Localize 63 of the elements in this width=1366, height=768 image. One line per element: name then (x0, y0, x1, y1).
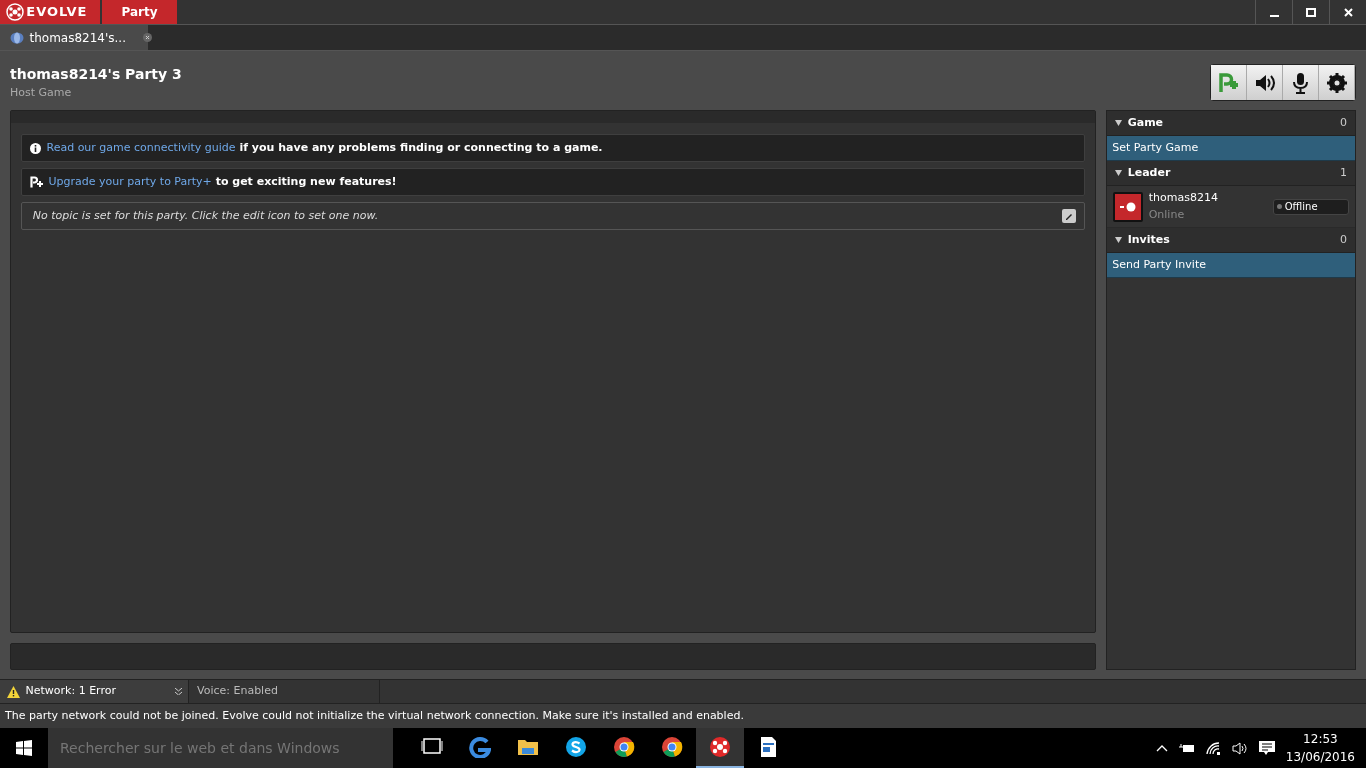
chrome-icon (661, 736, 683, 758)
double-chevron-icon (175, 688, 182, 695)
speaker-button[interactable] (1247, 65, 1283, 100)
section-count: 1 (1340, 164, 1347, 181)
evolve-icon (709, 736, 731, 758)
network-status-button[interactable]: Network: 1 Error (0, 680, 188, 703)
chevron-up-icon[interactable] (1155, 744, 1168, 752)
section-count: 0 (1340, 231, 1347, 248)
member-name: thomas8214 (1148, 190, 1219, 206)
error-message: The party network could not be joined. Evolve could not initialize the virtual network connection. Make sure it's installed and enabled. (5, 707, 744, 724)
battery-icon[interactable] (1178, 743, 1195, 753)
dot-icon (1120, 201, 1137, 212)
topic-text: No topic is set for this party. Click the edit icon to set one now. (32, 207, 379, 224)
browser-icon (469, 736, 491, 758)
wifi-icon[interactable] (1205, 741, 1221, 755)
nav-tab[interactable]: Party (102, 0, 177, 24)
party-plus-icon (30, 176, 43, 188)
microphone-button[interactable] (1283, 65, 1319, 100)
party-subtitle: Host Game (10, 85, 73, 101)
minimize-icon (1269, 14, 1279, 17)
section-header[interactable]: Leader 1 (1107, 161, 1355, 186)
section-title: Leader (1127, 164, 1171, 181)
tab-close-icon[interactable] (143, 33, 153, 42)
section-title: Invites (1127, 231, 1170, 248)
section-header[interactable]: Invites 0 (1107, 228, 1355, 253)
chat-input[interactable] (10, 643, 1097, 670)
chat-icon (565, 736, 587, 758)
section-count: 0 (1340, 114, 1347, 131)
clock[interactable]: 12:53 13/06/2016 (1285, 730, 1355, 766)
chrome-icon (613, 736, 635, 758)
party-plus-icon (1217, 71, 1240, 94)
close-icon (1343, 8, 1353, 17)
guide-link[interactable]: Upgrade your party to Party+ (48, 174, 212, 188)
search-field[interactable]: Rechercher sur le web et dans Windows (48, 728, 393, 768)
settings-button[interactable] (1319, 65, 1355, 100)
windows-icon (16, 740, 32, 756)
info-icon (30, 142, 41, 154)
notice-text: Read our game connectivity guide if you have any problems finding or connecting to a game. (46, 139, 603, 156)
status-dot-icon (1277, 204, 1282, 209)
logo-text: EVOLVE (26, 3, 88, 22)
status-text: Offline (1284, 200, 1318, 214)
pencil-icon (1064, 211, 1075, 221)
edit-button[interactable] (1062, 209, 1077, 223)
speaker-icon[interactable] (1231, 741, 1248, 755)
maximize-icon (1306, 8, 1316, 17)
globe-icon (10, 31, 24, 44)
member-row[interactable]: thomas8214 Online Offline (1107, 186, 1355, 228)
action-button[interactable]: Set Party Game (1107, 136, 1355, 161)
settings-icon (1325, 71, 1348, 94)
taskbar-app[interactable] (696, 728, 744, 768)
party-title: thomas8214's Party 3 (10, 65, 182, 84)
clock-date: 13/06/2016 (1285, 749, 1355, 766)
notice-text: Upgrade your party to Party+ to get exciting new features! (48, 173, 397, 190)
evolve-logo-icon (5, 3, 24, 21)
notification-icon[interactable] (1258, 740, 1275, 756)
action-button[interactable]: Send Party Invite (1107, 253, 1355, 278)
member-status: Online (1148, 206, 1186, 223)
clock-time: 12:53 (1302, 731, 1339, 748)
section-title: Game (1127, 114, 1164, 131)
warning-icon (7, 685, 20, 698)
guide-link[interactable]: Read our game connectivity guide (46, 140, 236, 154)
section-header[interactable]: Game 0 (1107, 111, 1355, 136)
voice-status: Voice: Enabled (188, 680, 380, 703)
